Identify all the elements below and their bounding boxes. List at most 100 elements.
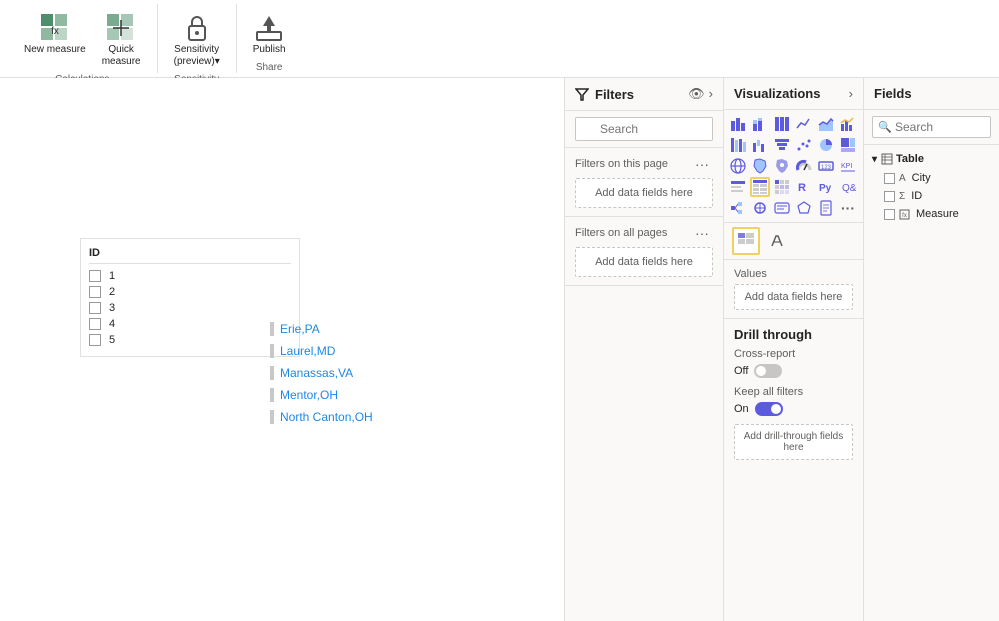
viz-key-influencers[interactable] (750, 198, 770, 218)
viz-shape-map[interactable] (794, 198, 814, 218)
table-chevron-icon: ▾ (872, 154, 877, 165)
toolbar-group-sensitivity: Sensitivity(preview)▾ Sensitivity (158, 4, 237, 73)
id-checkbox[interactable] (884, 191, 895, 202)
viz-qa[interactable]: Q&A (838, 177, 858, 197)
list-item[interactable]: Laurel,MD (270, 340, 373, 362)
viz-line-chart[interactable] (794, 114, 814, 134)
viz-area-chart[interactable] (816, 114, 836, 134)
row-checkbox-4[interactable] (89, 318, 101, 330)
measure-icon: fx (899, 209, 910, 220)
drill-through-title: Drill through (734, 327, 853, 342)
svg-text:Q&A: Q&A (842, 183, 856, 194)
row-checkbox-1[interactable] (89, 270, 101, 282)
toolbar-group-calculations: fx New measure Quickmeasure (8, 4, 158, 73)
fields-search-wrapper: 🔍 (864, 110, 999, 145)
fields-header: Fields (864, 78, 999, 110)
publish-button[interactable]: Publish (247, 8, 292, 60)
viz-scatter[interactable] (794, 135, 814, 155)
new-measure-label: New measure (24, 44, 86, 56)
viz-card[interactable]: 123 (816, 156, 836, 176)
viz-matrix[interactable] (772, 177, 792, 197)
viz-panel: Visualizations › (724, 78, 864, 621)
keep-all-filters-toggle[interactable] (755, 402, 783, 416)
list-item[interactable]: North Canton,OH (270, 406, 373, 428)
filters-this-page-more[interactable]: ··· (691, 156, 713, 172)
viz-table-active[interactable] (750, 177, 770, 197)
viz-kpi[interactable]: KPI (838, 156, 858, 176)
city-checkbox[interactable] (884, 173, 895, 184)
viz-map[interactable] (728, 156, 748, 176)
filters-this-page-drop[interactable]: Add data fields here (575, 178, 713, 208)
row-checkbox-2[interactable] (89, 286, 101, 298)
filters-all-pages-more[interactable]: ··· (691, 225, 713, 241)
viz-100-bar[interactable] (772, 114, 792, 134)
viz-r-script[interactable]: R (794, 177, 814, 197)
table-row[interactable]: 1 (89, 268, 291, 284)
filter-search-input[interactable] (575, 117, 713, 141)
quick-measure-button[interactable]: Quickmeasure (96, 8, 147, 72)
viz-python[interactable]: Py (816, 177, 836, 197)
viz-values-section: Values Add data fields here (724, 260, 863, 319)
filters-this-page-section: Filters on this page ··· Add data fields… (565, 148, 723, 217)
city-list: Erie,PA Laurel,MD Manassas,VA Mentor,OH … (270, 318, 373, 428)
row-checkbox-3[interactable] (89, 302, 101, 314)
viz-waterfall[interactable] (750, 135, 770, 155)
viz-values-drop[interactable]: Add data fields here (734, 284, 853, 310)
cross-report-toggle[interactable] (754, 364, 782, 378)
canvas-area[interactable]: ID 1 2 3 4 5 (0, 78, 564, 621)
drill-through-section: Drill through Cross-report Off Keep all … (724, 319, 863, 468)
list-item[interactable]: Erie,PA (270, 318, 373, 340)
viz-icons-grid: 123 KPI R Py Q&A (724, 110, 863, 223)
viz-line-bar[interactable] (838, 114, 858, 134)
filters-this-page-header: Filters on this page ··· (575, 156, 713, 172)
main-area: ID 1 2 3 4 5 (0, 78, 999, 621)
new-measure-button[interactable]: fx New measure (18, 8, 92, 72)
viz-funnel[interactable] (772, 135, 792, 155)
filters-title: Filters (575, 87, 634, 102)
viz-stacked-bar[interactable] (750, 114, 770, 134)
viz-smart-narrative[interactable] (772, 198, 792, 218)
table-visual[interactable]: ID 1 2 3 4 5 (80, 238, 300, 357)
cross-report-state-label: Off (734, 365, 748, 377)
table-row[interactable]: 2 (89, 284, 291, 300)
viz-treemap[interactable] (838, 135, 858, 155)
list-item[interactable]: Mentor,OH (270, 384, 373, 406)
viz-expand-icon[interactable]: › (849, 86, 853, 101)
filters-all-pages-drop[interactable]: Add data fields here (575, 247, 713, 277)
viz-slicer[interactable] (728, 177, 748, 197)
city-bar-icon (270, 366, 274, 380)
table-row[interactable]: 5 (89, 332, 291, 348)
keep-all-filters-toggle-row: On (734, 402, 853, 416)
fields-item-city[interactable]: A City (864, 169, 999, 187)
viz-format-icon[interactable] (764, 227, 792, 255)
viz-azure-map[interactable] (772, 156, 792, 176)
fields-item-id[interactable]: Σ ID (864, 187, 999, 205)
viz-ribbon[interactable] (728, 135, 748, 155)
filter-eye-icon[interactable]: 👁 (688, 86, 705, 102)
table-row[interactable]: 3 (89, 300, 291, 316)
table-row[interactable]: 4 (89, 316, 291, 332)
filter-search-box: 🔍 (565, 111, 723, 148)
viz-pie[interactable] (816, 135, 836, 155)
sensitivity-button[interactable]: Sensitivity(preview)▾ (168, 8, 226, 72)
filter-arrow-icon[interactable]: › (709, 86, 713, 102)
fields-title: Fields (874, 86, 989, 101)
list-item[interactable]: Manassas,VA (270, 362, 373, 384)
svg-text:fx: fx (902, 213, 907, 219)
viz-paginated-report[interactable] (816, 198, 836, 218)
viz-values-label: Values (734, 268, 853, 280)
viz-bar-chart[interactable] (728, 114, 748, 134)
measure-checkbox[interactable] (884, 209, 895, 220)
city-name: Laurel,MD (280, 344, 335, 358)
row-id-2: 2 (109, 286, 129, 298)
row-checkbox-5[interactable] (89, 334, 101, 346)
fields-table-header[interactable]: ▾ Table (864, 149, 999, 169)
city-name: Manassas,VA (280, 366, 353, 380)
viz-gauge[interactable] (794, 156, 814, 176)
viz-decomp-tree[interactable] (728, 198, 748, 218)
fields-item-measure[interactable]: fx Measure (864, 205, 999, 223)
viz-build-icon[interactable] (732, 227, 760, 255)
viz-more[interactable]: ··· (838, 198, 858, 218)
drill-through-drop[interactable]: Add drill-through fields here (734, 424, 853, 460)
viz-filled-map[interactable] (750, 156, 770, 176)
